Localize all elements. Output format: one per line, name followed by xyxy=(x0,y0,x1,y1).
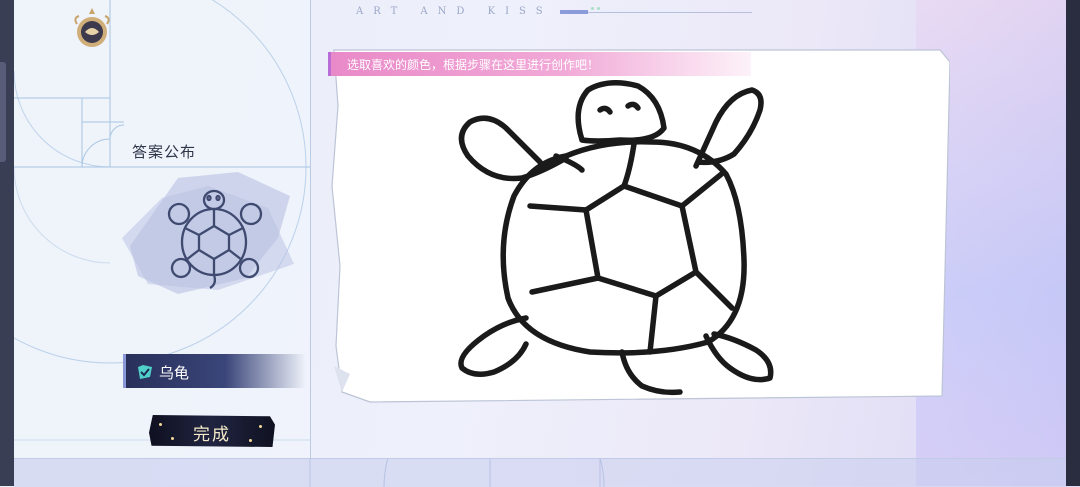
answer-tag: 乌龟 xyxy=(123,354,306,388)
top-decoration-line xyxy=(560,12,752,13)
golden-emblem-icon xyxy=(74,8,110,47)
top-decoration-text: ART AND KISS xyxy=(356,6,553,17)
top-decoration-dot xyxy=(591,7,594,10)
done-button-label: 完成 xyxy=(193,425,231,445)
top-decoration-bar xyxy=(560,10,588,14)
turtle-line-icon xyxy=(122,172,294,294)
bottom-decoration xyxy=(309,459,605,487)
side-tab[interactable] xyxy=(0,62,6,162)
bottom-band xyxy=(14,458,1066,487)
prompt-banner: 选取喜欢的颜色，根据步骤在这里进行创作吧！ xyxy=(328,52,751,76)
prompt-text: 选取喜欢的颜色，根据步骤在这里进行创作吧！ xyxy=(347,58,600,72)
check-icon xyxy=(138,365,152,379)
top-decoration-dot xyxy=(597,7,600,10)
answer-title: 答案公布 xyxy=(132,143,197,161)
drawing-canvas[interactable] xyxy=(320,46,950,416)
right-edge-strip xyxy=(1066,0,1080,486)
answer-word: 乌龟 xyxy=(159,364,190,382)
done-button[interactable]: 完成 xyxy=(149,415,275,447)
left-edge-strip xyxy=(0,0,14,486)
